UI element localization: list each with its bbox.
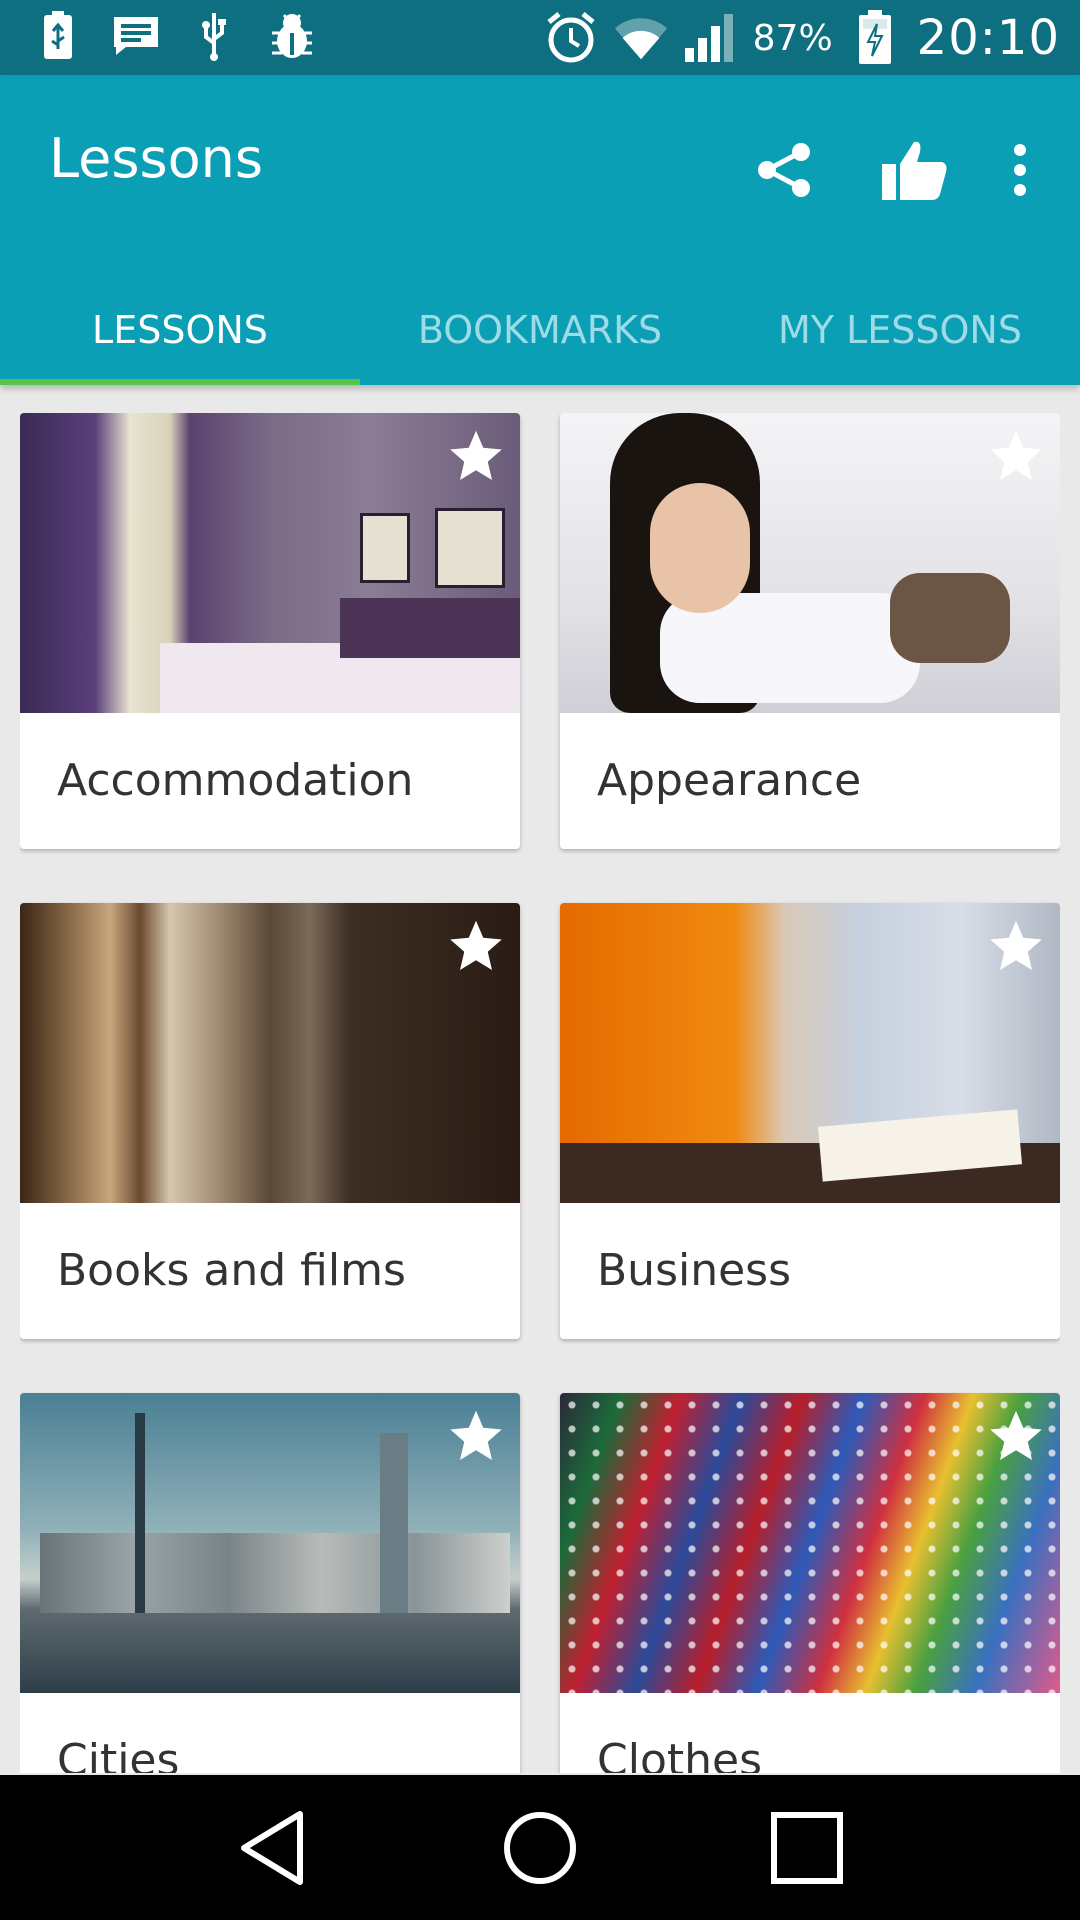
status-bar: 87% 20:10 bbox=[0, 0, 1080, 75]
app-bar-actions bbox=[710, 115, 1050, 225]
lesson-grid: Accommodation Appearance Books and films… bbox=[20, 413, 1060, 1773]
share-button[interactable] bbox=[730, 115, 840, 225]
lesson-card-clothes[interactable]: Clothes bbox=[560, 1393, 1060, 1773]
lesson-image-old-books bbox=[20, 903, 520, 1203]
lesson-card-cities[interactable]: Cities bbox=[20, 1393, 520, 1773]
back-button[interactable] bbox=[223, 1798, 323, 1898]
app-title: Lessons bbox=[49, 127, 264, 190]
lesson-title: Accommodation bbox=[57, 755, 414, 806]
message-icon bbox=[112, 10, 160, 62]
bookmark-star-icon[interactable] bbox=[446, 427, 506, 487]
lesson-card-accommodation[interactable]: Accommodation bbox=[20, 413, 520, 849]
tab-bookmarks[interactable]: BOOKMARKS bbox=[360, 275, 720, 385]
more-options-button[interactable] bbox=[990, 115, 1050, 225]
tab-label: LESSONS bbox=[92, 308, 268, 352]
tab-bar: LESSONS BOOKMARKS MY LESSONS bbox=[0, 275, 1080, 385]
battery-percent: 87% bbox=[752, 17, 833, 59]
home-button[interactable] bbox=[490, 1798, 590, 1898]
lesson-title: Cities bbox=[57, 1735, 180, 1773]
bookmark-star-icon[interactable] bbox=[446, 917, 506, 977]
thumbs-up-icon bbox=[882, 141, 947, 200]
app-bar: Lessons LESSONS BOOKMARKS MY LESSONS bbox=[0, 75, 1080, 385]
tab-lessons[interactable]: LESSONS bbox=[0, 275, 360, 385]
lesson-title: Books and films bbox=[57, 1245, 406, 1296]
lesson-title: Clothes bbox=[597, 1735, 762, 1773]
share-icon bbox=[758, 143, 810, 197]
lesson-card-appearance[interactable]: Appearance bbox=[560, 413, 1060, 849]
status-icons-right: 87% 20:10 bbox=[543, 6, 1060, 70]
lesson-image-man-writing bbox=[560, 903, 1060, 1203]
bookmark-star-icon[interactable] bbox=[446, 1407, 506, 1467]
like-button[interactable] bbox=[860, 115, 970, 225]
back-icon bbox=[241, 1810, 304, 1885]
bookmark-star-icon[interactable] bbox=[986, 427, 1046, 487]
alarm-icon bbox=[543, 10, 599, 66]
usb-battery-icon bbox=[34, 10, 82, 62]
tab-indicator bbox=[0, 379, 360, 385]
lesson-image-skyline bbox=[20, 1393, 520, 1693]
lesson-card-business[interactable]: Business bbox=[560, 903, 1060, 1339]
tab-my-lessons[interactable]: MY LESSONS bbox=[720, 275, 1080, 385]
signal-icon bbox=[683, 10, 739, 66]
status-icons-left bbox=[34, 10, 316, 62]
lesson-image-hotel-room bbox=[20, 413, 520, 713]
bookmark-star-icon[interactable] bbox=[986, 917, 1046, 977]
lesson-title: Business bbox=[597, 1245, 792, 1296]
lesson-image-woman-lying bbox=[560, 413, 1060, 713]
debug-bug-icon bbox=[268, 10, 316, 62]
lesson-image-ties bbox=[560, 1393, 1060, 1693]
lesson-title: Appearance bbox=[597, 755, 862, 806]
tab-label: BOOKMARKS bbox=[417, 308, 663, 352]
more-vert-icon bbox=[1014, 144, 1026, 196]
wifi-icon bbox=[613, 10, 669, 66]
lesson-card-books-and-films[interactable]: Books and films bbox=[20, 903, 520, 1339]
tab-label: MY LESSONS bbox=[778, 308, 1022, 352]
home-icon bbox=[503, 1811, 576, 1884]
battery-charging-icon bbox=[847, 10, 903, 66]
clock: 20:10 bbox=[916, 10, 1060, 66]
navigation-bar bbox=[0, 1775, 1080, 1920]
usb-icon bbox=[190, 10, 238, 62]
bookmark-star-icon[interactable] bbox=[986, 1407, 1046, 1467]
recents-button[interactable] bbox=[757, 1798, 857, 1898]
recents-icon bbox=[770, 1811, 843, 1884]
